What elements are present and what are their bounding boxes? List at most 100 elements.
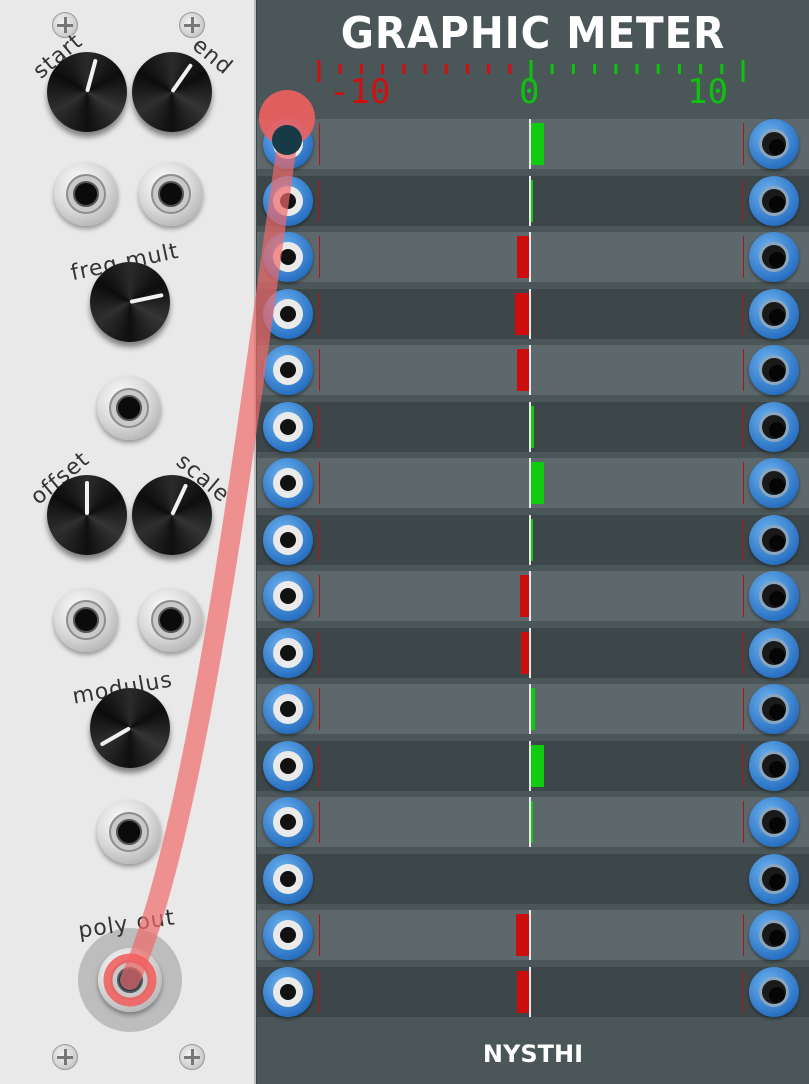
scale-tick [635,64,639,74]
channel-level-bar [514,292,530,335]
channel-output-jack[interactable] [749,288,799,339]
channel-input-jack[interactable] [263,797,313,847]
range-limit-line [319,123,320,165]
range-limit-line [743,688,744,730]
channel-output-jack[interactable] [749,458,799,508]
channel-output-jack[interactable] [749,910,799,960]
zero-line [529,797,531,847]
scale-tick [444,64,448,74]
freq-mult-knob[interactable] [90,262,170,342]
range-limit-line [743,801,744,843]
meter-channel-row [257,910,809,960]
channel-output-jack[interactable] [749,853,799,904]
channel-input-jack[interactable] [263,119,313,169]
scale-tick [465,64,469,74]
scale-knob[interactable] [132,475,212,555]
start-cv-jack[interactable] [54,162,118,226]
range-limit-line [743,744,744,787]
range-limit-line [743,179,744,222]
channel-output-jack[interactable] [749,627,799,678]
meter-channel-row [257,853,809,904]
channel-output-jack[interactable] [749,684,799,734]
module-title: GRAPHIC METER [340,8,726,59]
start-knob[interactable] [47,52,127,132]
channel-level-bar [530,744,545,787]
scale-tick [487,64,491,74]
channel-output-jack[interactable] [749,401,799,452]
channel-output-jack[interactable] [749,232,799,282]
channel-output-jack[interactable] [749,175,799,226]
scale-tick [508,64,512,74]
offset-cv-jack[interactable] [54,588,118,652]
channel-input-jack[interactable] [263,910,313,960]
offset-knob[interactable] [47,475,127,555]
zero-line [529,232,531,282]
meter-channel-row [257,232,809,282]
range-limit-line [319,179,320,222]
channel-input-jack[interactable] [263,571,313,621]
channel-input-jack[interactable] [263,853,313,904]
channel-level-bar [516,236,530,278]
meter-channel-row [257,401,809,452]
channel-input-jack[interactable] [263,175,313,226]
zero-line [529,119,531,169]
range-limit-line [319,801,320,843]
channel-level-bar [530,123,545,165]
range-limit-line [743,123,744,165]
range-limit-line [319,462,320,504]
brand-label: NYSTHI [482,1040,584,1068]
polygen-module-panel: start end freq mult offset scale modulus… [0,0,256,1084]
zero-line [529,627,531,678]
end-cv-jack[interactable] [139,162,203,226]
channel-output-jack[interactable] [749,345,799,395]
range-limit-line [319,970,320,1013]
range-limit-line [743,462,744,504]
poly-out-jack[interactable] [98,948,162,1012]
zero-line [529,571,531,621]
channel-level-bar [530,462,544,504]
meter-channel-row [257,797,809,847]
channel-output-jack[interactable] [749,119,799,169]
meter-channel-row [257,627,809,678]
scale-cv-jack[interactable] [139,588,203,652]
zero-line [529,514,531,565]
scale-max-label: 10 [687,72,728,112]
channel-input-jack[interactable] [263,288,313,339]
channel-output-jack[interactable] [749,571,799,621]
range-limit-line [743,575,744,617]
range-limit-line [743,970,744,1013]
channel-output-jack[interactable] [749,514,799,565]
meter-channel-row [257,345,809,395]
range-limit-line [319,292,320,335]
zero-line [529,288,531,339]
meter-channel-row [257,571,809,621]
channel-input-jack[interactable] [263,966,313,1017]
range-limit-line [319,236,320,278]
channel-input-jack[interactable] [263,627,313,678]
range-limit-line [319,575,320,617]
zero-line [529,910,531,960]
channel-input-jack[interactable] [263,232,313,282]
modulus-cv-jack[interactable] [97,800,161,864]
scale-tick [593,64,597,74]
freq-mult-cv-jack[interactable] [97,376,161,440]
zero-line [529,345,531,395]
channel-input-jack[interactable] [263,401,313,452]
range-limit-line [743,405,744,448]
meter-channel-row [257,119,809,169]
channel-input-jack[interactable] [263,458,313,508]
range-limit-line [743,631,744,674]
channel-output-jack[interactable] [749,740,799,791]
channel-input-jack[interactable] [263,345,313,395]
meter-channel-row [257,458,809,508]
channel-output-jack[interactable] [749,966,799,1017]
channel-input-jack[interactable] [263,514,313,565]
end-knob[interactable] [132,52,212,132]
zero-line [529,175,531,226]
range-limit-line [743,518,744,561]
channel-input-jack[interactable] [263,740,313,791]
zero-line [529,458,531,508]
channel-output-jack[interactable] [749,797,799,847]
modulus-knob[interactable] [90,688,170,768]
channel-input-jack[interactable] [263,684,313,734]
